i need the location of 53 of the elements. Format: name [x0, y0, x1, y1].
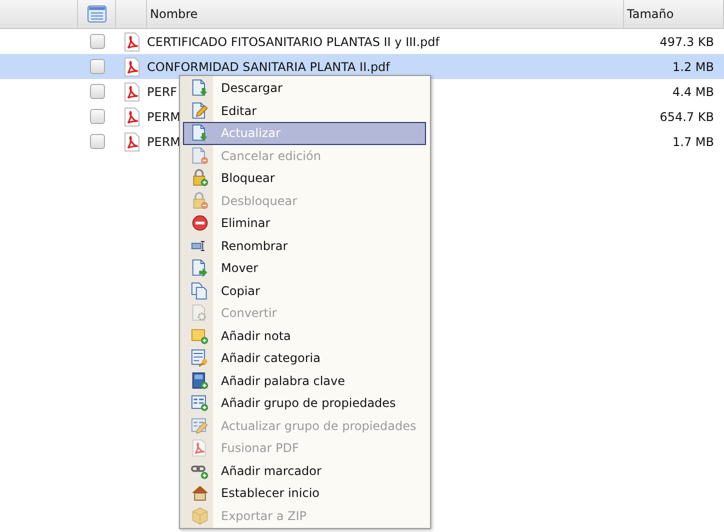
- file-size: 654.7 KB: [658, 110, 715, 124]
- padlock-minus-icon: [191, 192, 209, 210]
- list-key-icon: [191, 349, 209, 368]
- column-header[interactable]: Nombre: [147, 0, 624, 28]
- menu-item[interactable]: Bloquear: [183, 167, 426, 190]
- menu-item[interactable]: Añadir grupo de propiedades: [183, 392, 426, 414]
- menu-item[interactable]: Añadir marcador: [183, 460, 426, 482]
- box-icon: [191, 506, 209, 525]
- checkbox[interactable]: [90, 84, 104, 99]
- column-header[interactable]: Tamaño: [624, 0, 724, 28]
- note-plus-icon: [191, 326, 209, 345]
- menu-item[interactable]: Establecer inicio: [183, 482, 426, 504]
- copy-icon: [191, 282, 209, 300]
- menu-item[interactable]: Descargar: [183, 77, 426, 100]
- house-icon: [191, 484, 209, 502]
- checkbox[interactable]: [90, 109, 104, 124]
- pdf-icon: [122, 32, 140, 52]
- pdf-icon: [122, 132, 140, 152]
- file-name: CONFORMIDAD SANITARIA PLANTA II.pdf: [147, 60, 390, 74]
- document-download-icon: [191, 79, 209, 98]
- pdf-icon: [122, 56, 140, 76]
- document-minus-icon: [191, 146, 209, 165]
- checkbox[interactable]: [90, 59, 104, 74]
- menu-item[interactable]: Añadir nota: [183, 324, 426, 347]
- file-name: PERM: [147, 110, 181, 124]
- table-icon[interactable]: [86, 5, 106, 23]
- file-size: 1.2 MB: [672, 60, 715, 74]
- pencil-document-icon: [191, 102, 209, 120]
- menu-item[interactable]: Eliminar: [183, 212, 426, 234]
- menu-item[interactable]: Añadir palabra clave: [183, 370, 426, 392]
- file-name: CERTIFICADO FITOSANITARIO PLANTAS II y III.pdf: [147, 34, 440, 48]
- delete-icon: [191, 214, 209, 232]
- file-name: PERM: [147, 134, 181, 148]
- document-update-icon: [191, 124, 209, 142]
- menu-item[interactable]: Copiar: [183, 280, 426, 302]
- form-pencil-icon: [191, 416, 209, 435]
- pdf-icon: [122, 82, 140, 102]
- menu-item[interactable]: Editar: [183, 100, 426, 122]
- file-size: 497.3 KB: [658, 34, 715, 48]
- checkbox[interactable]: [90, 134, 104, 149]
- document-arrow-icon: [191, 259, 209, 278]
- menu-item[interactable]: Mover: [183, 257, 426, 280]
- menu-item[interactable]: Añadir categoria: [183, 347, 426, 370]
- form-plus-icon: [191, 394, 209, 412]
- padlock-plus-icon: [191, 169, 209, 188]
- file-size: 1.7 MB: [672, 134, 715, 148]
- book-plus-icon: [191, 372, 209, 390]
- menu-item[interactable]: Renombrar: [183, 234, 426, 257]
- file-name: PERF: [147, 84, 178, 98]
- pdf-icon: [122, 106, 140, 126]
- checkbox[interactable]: [90, 34, 104, 49]
- file-size: 4.4 MB: [672, 84, 715, 98]
- pdf-icon: [191, 439, 209, 458]
